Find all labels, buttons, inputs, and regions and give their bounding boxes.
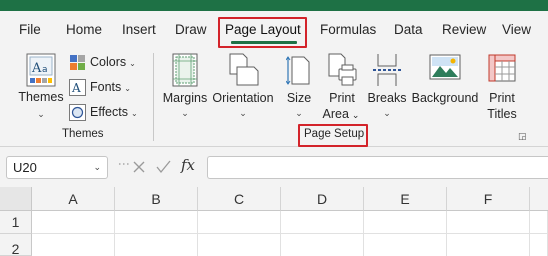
column-header-f[interactable]: F bbox=[447, 187, 530, 211]
tab-file[interactable]: File bbox=[19, 11, 41, 49]
worksheet-grid[interactable]: A B C D E F 1 2 bbox=[0, 187, 548, 256]
column-header-b[interactable]: B bbox=[115, 187, 198, 211]
tab-home[interactable]: Home bbox=[66, 11, 102, 49]
chevron-down-icon: ⌄ bbox=[129, 59, 136, 68]
margins-icon bbox=[172, 53, 198, 87]
cell-e2[interactable] bbox=[364, 234, 447, 256]
ribbon-tabs: File Home Insert Draw Page Layout Formul… bbox=[0, 11, 548, 49]
chevron-down-icon: ⌄ bbox=[181, 108, 189, 118]
colors-button[interactable]: Colors ⌄ bbox=[69, 52, 155, 74]
print-titles-button[interactable]: Print Titles bbox=[482, 51, 522, 123]
tab-formulas[interactable]: Formulas bbox=[320, 11, 376, 49]
background-icon bbox=[429, 54, 461, 80]
name-box-value: U20 bbox=[13, 160, 37, 175]
themes-icon: A a bbox=[26, 53, 56, 87]
formula-input[interactable] bbox=[207, 156, 548, 179]
chevron-down-icon: ⌄ bbox=[351, 110, 360, 120]
cell-a1[interactable] bbox=[32, 211, 115, 234]
print-area-button[interactable]: Print Area ⌄ bbox=[320, 51, 364, 123]
formula-bar: U20 ⌄ ⋮ fx bbox=[0, 147, 548, 187]
column-header-d[interactable]: D bbox=[281, 187, 364, 211]
row-header-2[interactable]: 2 bbox=[0, 234, 32, 256]
svg-text:a: a bbox=[42, 65, 48, 75]
orientation-icon bbox=[229, 53, 259, 86]
tab-insert[interactable]: Insert bbox=[122, 11, 156, 49]
effects-icon bbox=[69, 104, 86, 121]
column-header-c[interactable]: C bbox=[198, 187, 281, 211]
breaks-icon bbox=[373, 54, 401, 86]
background-label: Background bbox=[411, 91, 479, 105]
chevron-down-icon: ⌄ bbox=[37, 109, 45, 119]
size-button[interactable]: Size ⌄ bbox=[282, 51, 316, 123]
themes-label: Themes bbox=[18, 90, 64, 104]
margins-label: Margins bbox=[162, 91, 208, 105]
effects-button[interactable]: Effects ⌄ bbox=[69, 102, 155, 124]
enter-icon[interactable] bbox=[156, 160, 171, 174]
cell-g2[interactable] bbox=[530, 234, 548, 256]
print-area-label-2: Area bbox=[322, 107, 349, 121]
group-separator bbox=[153, 53, 154, 141]
colors-label: Colors bbox=[90, 55, 127, 69]
print-area-icon bbox=[328, 53, 357, 86]
chevron-down-icon: ⌄ bbox=[239, 108, 247, 118]
row-header-1[interactable]: 1 bbox=[0, 211, 32, 234]
margins-button[interactable]: Margins ⌄ bbox=[160, 51, 210, 123]
breaks-label: Breaks bbox=[367, 91, 407, 105]
cell-c2[interactable] bbox=[198, 234, 281, 256]
print-titles-label-1: Print bbox=[489, 91, 515, 105]
cell-b2[interactable] bbox=[115, 234, 198, 256]
print-area-label-1: Print bbox=[329, 91, 355, 105]
chevron-down-icon: ⌄ bbox=[295, 108, 303, 118]
page-setup-group-label: Page Setup bbox=[304, 128, 365, 140]
colors-icon bbox=[70, 55, 85, 70]
print-titles-icon bbox=[488, 54, 516, 82]
cell-a2[interactable] bbox=[32, 234, 115, 256]
tab-review[interactable]: Review bbox=[442, 11, 486, 49]
svg-text:A: A bbox=[31, 61, 42, 76]
name-box[interactable]: U20 ⌄ bbox=[6, 156, 108, 179]
size-label: Size bbox=[286, 91, 312, 105]
column-header-partial[interactable] bbox=[530, 187, 548, 211]
tab-draw[interactable]: Draw bbox=[175, 11, 207, 49]
cell-e1[interactable] bbox=[364, 211, 447, 234]
chevron-down-icon[interactable]: ⌄ bbox=[93, 162, 101, 173]
column-header-a[interactable]: A bbox=[32, 187, 115, 211]
chevron-down-icon: ⌄ bbox=[383, 108, 391, 118]
title-bar bbox=[0, 0, 548, 11]
cell-d2[interactable] bbox=[281, 234, 364, 256]
active-tab-indicator bbox=[231, 41, 297, 44]
orientation-button[interactable]: Orientation ⌄ bbox=[212, 51, 274, 123]
select-all-button[interactable] bbox=[0, 187, 32, 211]
cell-f1[interactable] bbox=[447, 211, 530, 234]
ribbon: A a Themes ⌄ Colors ⌄ A Fonts ⌄ Effects … bbox=[0, 49, 548, 147]
background-button[interactable]: Background bbox=[410, 51, 480, 123]
orientation-label: Orientation bbox=[212, 91, 274, 105]
fonts-label: Fonts bbox=[90, 80, 122, 94]
themes-button[interactable]: A a Themes ⌄ bbox=[14, 51, 68, 123]
cancel-icon[interactable] bbox=[133, 161, 145, 173]
print-titles-label-2: Titles bbox=[487, 107, 517, 121]
insert-function-icon[interactable]: fx bbox=[181, 156, 195, 174]
cell-d1[interactable] bbox=[281, 211, 364, 234]
fonts-icon: A bbox=[69, 79, 86, 96]
cell-f2[interactable] bbox=[447, 234, 530, 256]
size-icon bbox=[286, 56, 310, 85]
fonts-button[interactable]: A Fonts ⌄ bbox=[69, 77, 155, 99]
breaks-button[interactable]: Breaks ⌄ bbox=[366, 51, 408, 123]
cell-b1[interactable] bbox=[115, 211, 198, 234]
tab-data[interactable]: Data bbox=[394, 11, 423, 49]
chevron-down-icon: ⌄ bbox=[124, 84, 131, 93]
cell-g1[interactable] bbox=[530, 211, 548, 234]
effects-label: Effects bbox=[90, 105, 128, 119]
dialog-launcher-icon[interactable]: ◲ bbox=[518, 131, 527, 142]
svg-text:A: A bbox=[71, 81, 81, 95]
column-header-e[interactable]: E bbox=[364, 187, 447, 211]
tab-view[interactable]: View bbox=[502, 11, 531, 49]
themes-group-label: Themes bbox=[62, 128, 104, 140]
cell-c1[interactable] bbox=[198, 211, 281, 234]
chevron-down-icon: ⌄ bbox=[130, 109, 138, 118]
